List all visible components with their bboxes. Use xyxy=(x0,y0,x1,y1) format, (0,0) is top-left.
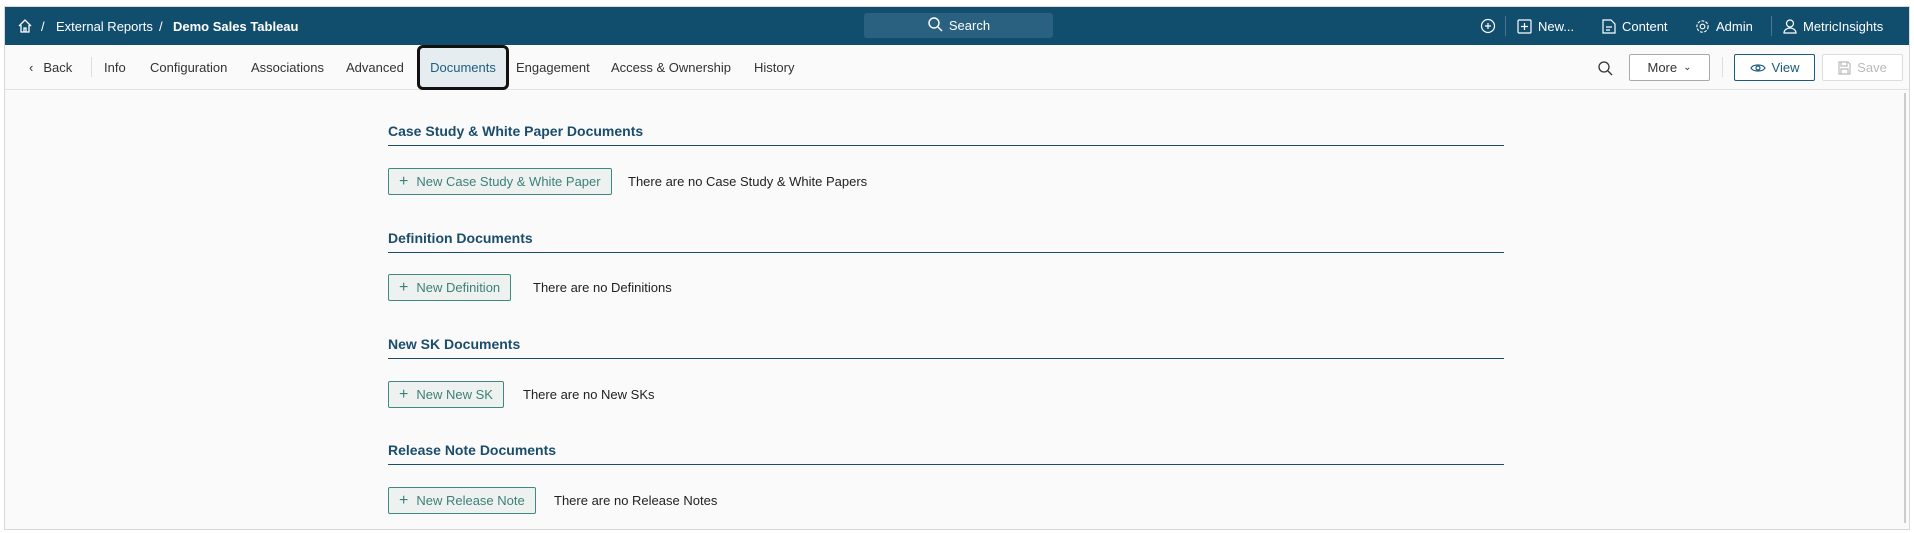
eye-icon xyxy=(1749,63,1766,72)
chevron-down-icon: ⌄ xyxy=(1683,62,1692,73)
tab-associations[interactable]: Associations xyxy=(251,45,324,90)
search-button[interactable]: Search xyxy=(864,13,1053,38)
content-button[interactable]: Content xyxy=(1602,7,1668,45)
tab-access-ownership[interactable]: Access & Ownership xyxy=(611,45,731,90)
section-heading: New SK Documents xyxy=(388,336,1504,359)
save-button[interactable]: Save xyxy=(1822,54,1903,81)
plus-icon: + xyxy=(399,491,409,509)
tab-history[interactable]: History xyxy=(754,45,794,90)
new-label: New... xyxy=(1538,18,1575,34)
new-release-note-button[interactable]: + New Release Note xyxy=(388,487,536,514)
breadcrumb-current: Demo Sales Tableau xyxy=(173,18,299,34)
back-button[interactable]: ‹ Back xyxy=(29,45,72,90)
ai-assistant-icon[interactable] xyxy=(1480,7,1496,45)
admin-button[interactable]: Admin xyxy=(1695,7,1753,45)
section-heading: Case Study & White Paper Documents xyxy=(388,123,1504,146)
new-button[interactable]: New... xyxy=(1517,7,1574,45)
tab-bar: ‹ Back Info Configuration Associations Ad… xyxy=(5,45,1909,90)
plus-icon: + xyxy=(399,278,409,296)
button-label: New New SK xyxy=(416,387,493,402)
user-label: MetricInsights xyxy=(1803,18,1884,34)
plus-icon: + xyxy=(399,172,409,190)
search-label: Search xyxy=(948,18,991,33)
button-label: New Release Note xyxy=(416,493,525,508)
save-icon xyxy=(1838,60,1851,75)
user-icon xyxy=(1783,18,1797,34)
new-definition-button[interactable]: + New Definition xyxy=(388,274,512,301)
top-bar: / External Reports / Demo Sales Tableau … xyxy=(5,7,1909,45)
gear-icon xyxy=(1696,19,1709,33)
new-case-study-button[interactable]: + New Case Study & White Paper xyxy=(388,168,612,195)
document-icon xyxy=(1602,18,1616,34)
tab-info[interactable]: Info xyxy=(104,45,126,90)
plus-icon: + xyxy=(399,385,409,403)
new-sk-button[interactable]: + New New SK xyxy=(388,381,504,408)
back-label: Back xyxy=(43,60,73,75)
more-label: More xyxy=(1647,60,1678,75)
tab-configuration[interactable]: Configuration xyxy=(150,45,227,90)
save-label: Save xyxy=(1857,60,1887,75)
more-button[interactable]: More ⌄ xyxy=(1629,54,1710,81)
empty-message: There are no Definitions xyxy=(533,280,672,295)
content-label: Content xyxy=(1622,18,1668,34)
empty-message: There are no Case Study & White Papers xyxy=(628,174,868,189)
view-label: View xyxy=(1771,60,1800,75)
chevron-left-icon: ‹ xyxy=(29,60,34,75)
tab-engagement[interactable]: Engagement xyxy=(516,45,590,90)
tab-documents[interactable]: Documents xyxy=(417,45,509,90)
search-icon xyxy=(927,16,943,35)
button-label: New Definition xyxy=(416,280,501,295)
section-heading: Definition Documents xyxy=(388,230,1504,253)
search-icon[interactable] xyxy=(1597,45,1613,90)
admin-label: Admin xyxy=(1716,18,1753,34)
empty-message: There are no Release Notes xyxy=(554,493,718,508)
tab-advanced[interactable]: Advanced xyxy=(346,45,404,90)
section-heading: Release Note Documents xyxy=(388,442,1504,465)
empty-message: There are no New SKs xyxy=(523,387,655,402)
breadcrumb-external-reports[interactable]: External Reports xyxy=(56,7,153,45)
breadcrumb-separator: / xyxy=(159,18,163,34)
button-label: New Case Study & White Paper xyxy=(416,174,601,189)
plus-square-icon xyxy=(1517,18,1532,34)
view-button[interactable]: View xyxy=(1734,54,1815,81)
breadcrumb-separator: / xyxy=(41,18,45,34)
user-menu[interactable]: MetricInsights xyxy=(1783,7,1883,45)
home-icon[interactable] xyxy=(17,7,33,45)
scrollbar[interactable] xyxy=(1904,93,1906,523)
app-window: / External Reports / Demo Sales Tableau … xyxy=(4,6,1910,530)
